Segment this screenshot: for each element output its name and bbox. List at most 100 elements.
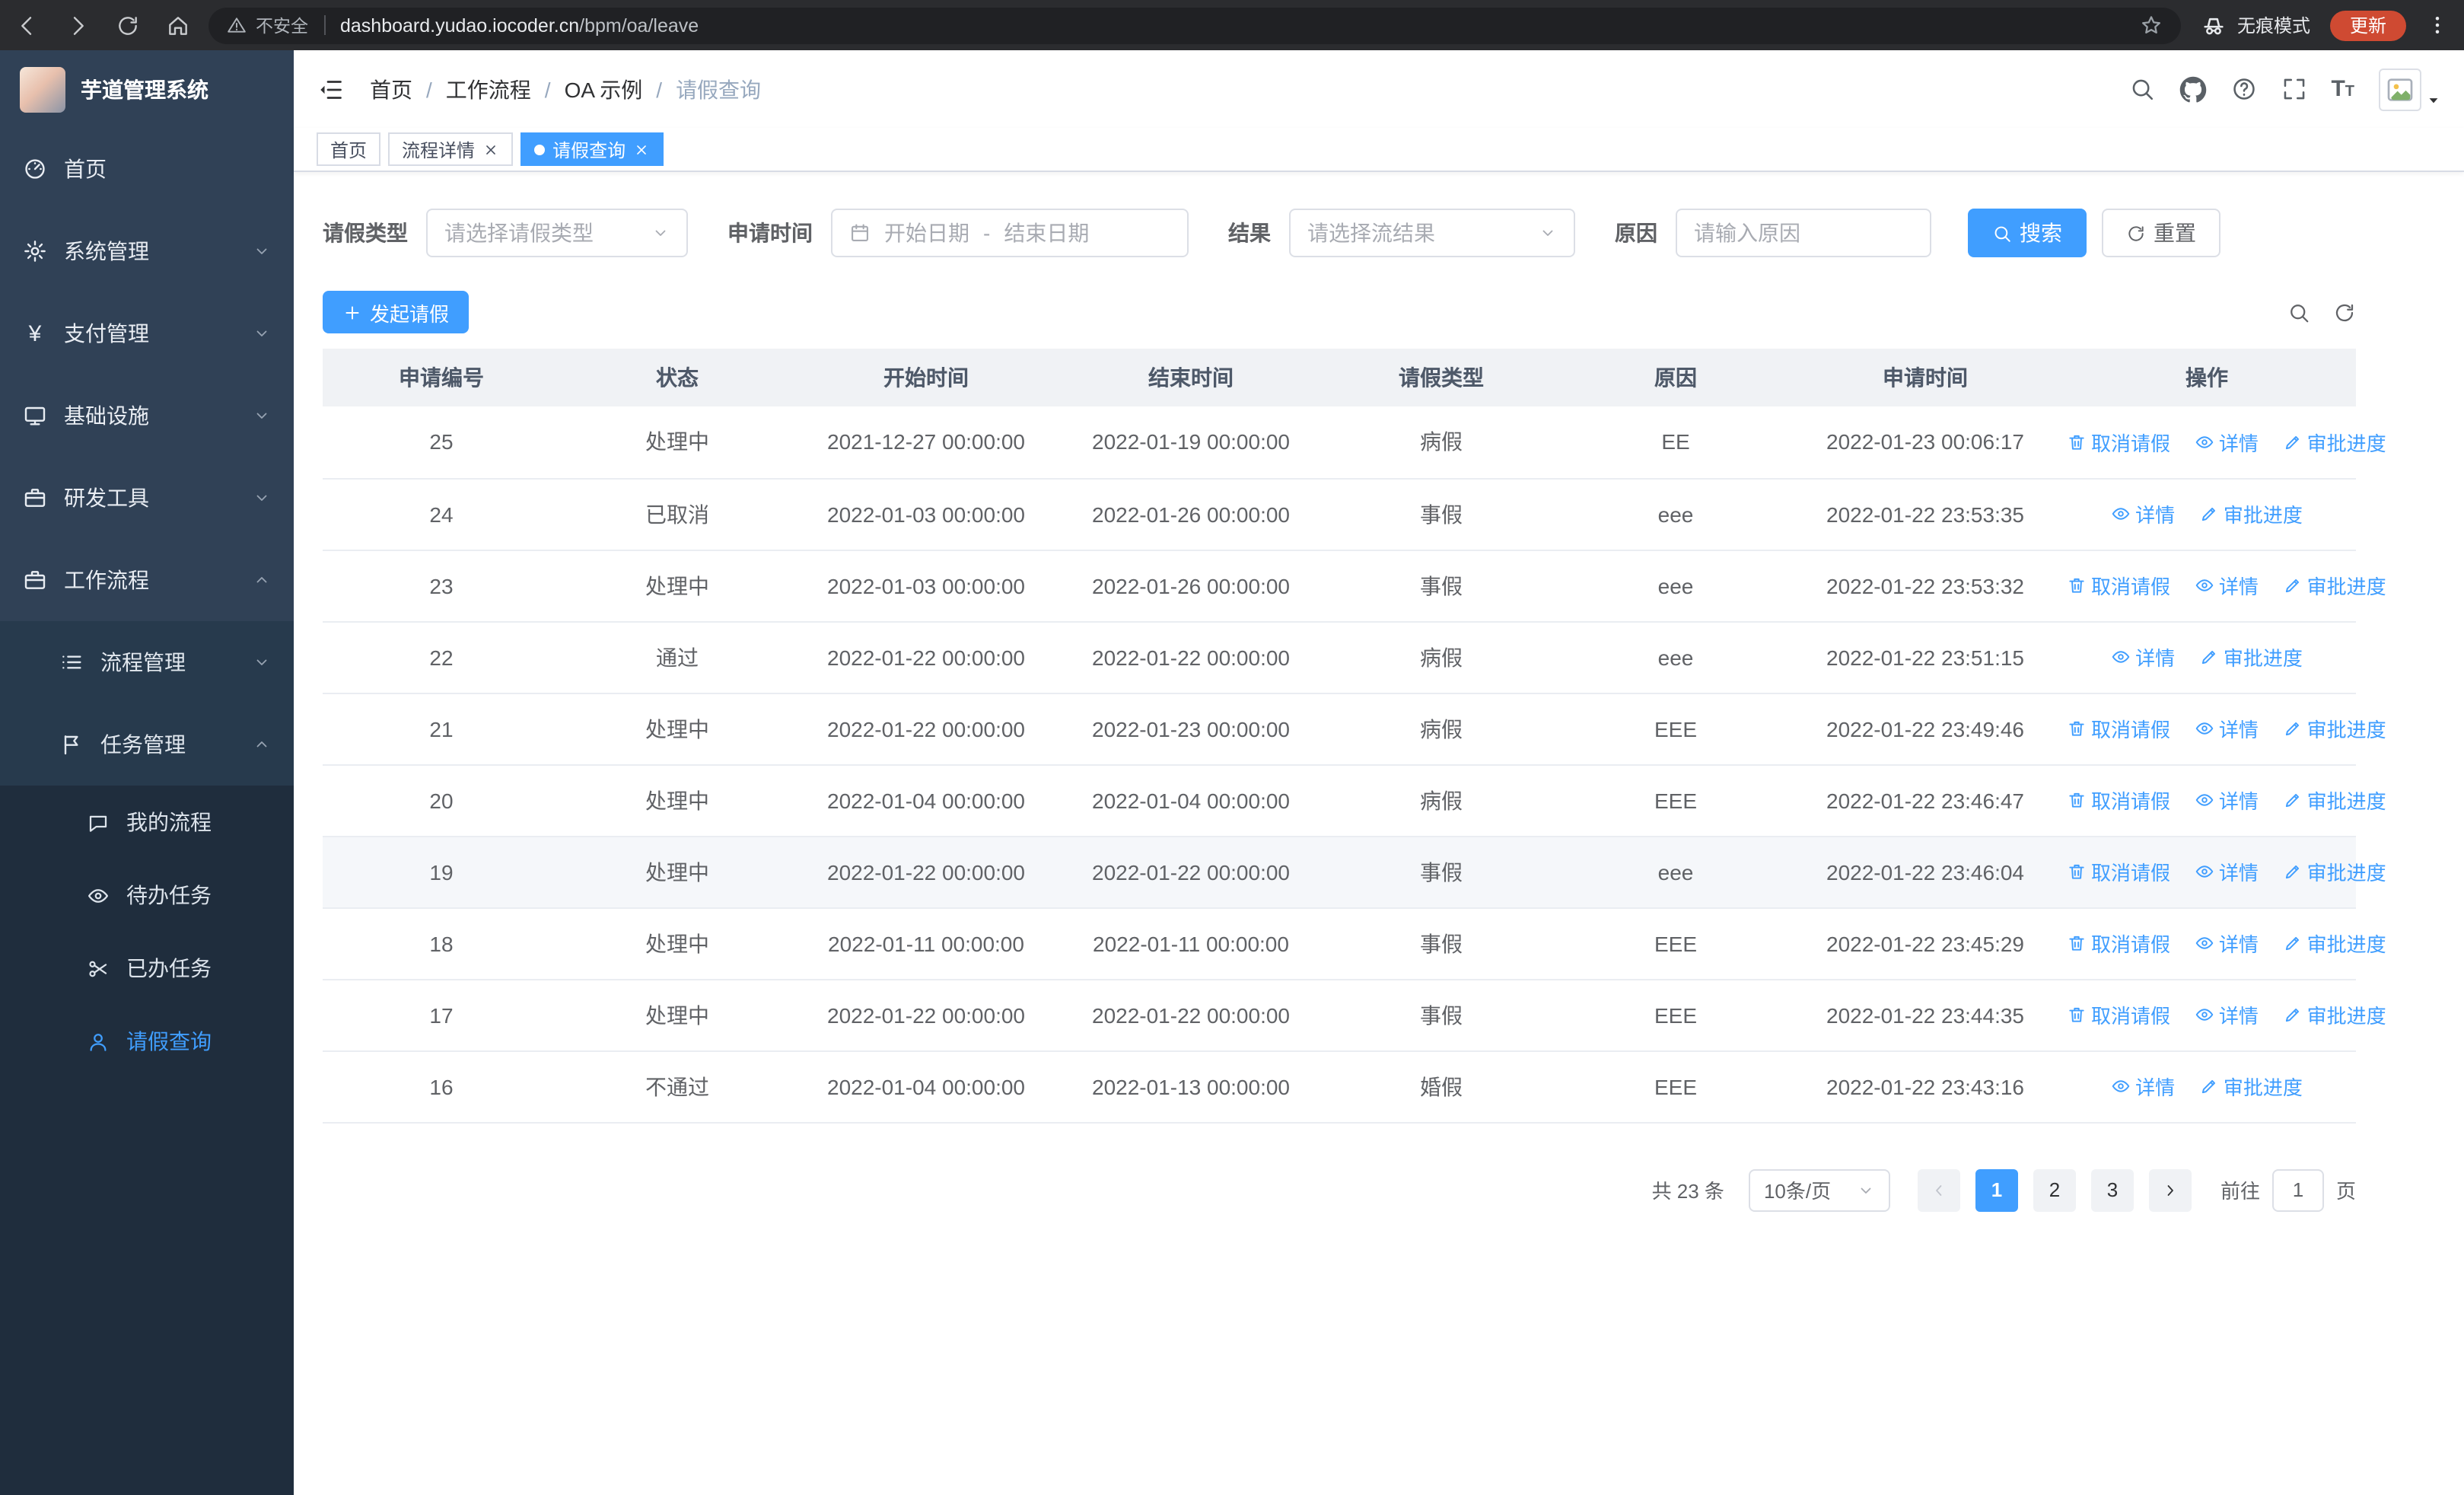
progress-label: 审批进度	[2223, 1076, 2303, 1099]
security-warning[interactable]: 不安全	[227, 13, 308, 37]
page-size-select[interactable]: 10条/页	[1748, 1168, 1890, 1211]
cancel-leave-label: 取消请假	[2091, 862, 2171, 885]
detail-link[interactable]: 详情	[2111, 642, 2175, 671]
progress-link[interactable]: 审批进度	[2199, 499, 2303, 528]
close-icon[interactable]	[633, 141, 650, 158]
page-button-1[interactable]: 1	[1975, 1168, 2018, 1211]
sidebar-item-infrastructure[interactable]: 基础设施	[0, 375, 294, 457]
detail-link[interactable]: 详情	[2195, 857, 2259, 886]
detail-link[interactable]: 详情	[2111, 499, 2175, 528]
show-search-icon[interactable]	[2287, 301, 2310, 324]
search-icon[interactable]	[2128, 76, 2154, 102]
github-icon[interactable]	[2179, 75, 2206, 103]
progress-link[interactable]: 审批进度	[2199, 642, 2303, 671]
cell-apply-time: 2022-01-22 23:46:47	[1793, 764, 2058, 837]
progress-link[interactable]: 审批进度	[2283, 428, 2386, 457]
font-size-icon[interactable]: TT	[2331, 78, 2354, 100]
user-avatar-menu[interactable]	[2379, 68, 2441, 110]
cell-start-time: 2022-01-03 00:00:00	[794, 550, 1058, 622]
tab-process-detail[interactable]: 流程详情	[388, 132, 514, 166]
fullscreen-icon[interactable]	[2281, 76, 2306, 102]
sidebar-item-workflow[interactable]: 工作流程	[0, 539, 294, 621]
progress-link[interactable]: 审批进度	[2283, 1000, 2386, 1029]
sidebar-item-process-management[interactable]: 流程管理	[0, 621, 294, 703]
address-bar[interactable]: 不安全 dashboard.yudao.iocoder.cn /bpm/oa/l…	[209, 7, 2181, 43]
page-button-3[interactable]: 3	[2090, 1168, 2134, 1211]
sidebar-item-home[interactable]: 首页	[0, 128, 294, 210]
sidebar-item-system[interactable]: 系统管理	[0, 210, 294, 292]
reload-icon[interactable]	[116, 13, 140, 37]
cell-leave-type: 事假	[1324, 550, 1558, 622]
detail-link[interactable]: 详情	[2195, 571, 2259, 600]
sidebar-item-done-tasks[interactable]: 已办任务	[0, 932, 294, 1005]
progress-link[interactable]: 审批进度	[2283, 714, 2386, 743]
goto-page-input[interactable]	[2271, 1168, 2324, 1211]
help-icon[interactable]	[2230, 76, 2256, 102]
next-page-button[interactable]	[2148, 1168, 2192, 1211]
detail-link[interactable]: 详情	[2195, 929, 2259, 958]
progress-link[interactable]: 审批进度	[2199, 1072, 2303, 1101]
table-row: 21 处理中 2022-01-22 00:00:00 2022-01-23 00…	[323, 693, 2386, 765]
table-row: 22 通过 2022-01-22 00:00:00 2022-01-22 00:…	[323, 621, 2356, 693]
leave-type-select[interactable]: 请选择请假类型	[426, 209, 688, 257]
breadcrumb-home[interactable]: 首页	[370, 74, 446, 104]
progress-link[interactable]: 审批进度	[2283, 929, 2386, 958]
progress-link[interactable]: 审批进度	[2283, 571, 2386, 600]
app-logo[interactable]: 芋道管理系统	[0, 50, 294, 128]
breadcrumb-leave-query: 请假查询	[676, 77, 762, 101]
reason-input-wrap	[1676, 209, 1931, 257]
end-time: 2022-01-11 00:00:00	[1093, 931, 1289, 955]
collapse-sidebar-icon[interactable]	[317, 75, 344, 103]
sidebar-item-leave-query[interactable]: 请假查询	[0, 1005, 294, 1078]
back-icon[interactable]	[15, 13, 40, 37]
apply-time-range-picker[interactable]: 开始日期 - 结束日期	[831, 209, 1189, 257]
detail-link[interactable]: 详情	[2195, 786, 2259, 814]
reason-text: EE	[1661, 429, 1690, 454]
reason-input[interactable]	[1694, 221, 1913, 245]
cancel-leave-link[interactable]: 取消请假	[2067, 857, 2170, 886]
cancel-leave-link[interactable]: 取消请假	[2067, 929, 2170, 958]
sidebar-item-todo-tasks[interactable]: 待办任务	[0, 859, 294, 932]
pen-icon	[2283, 575, 2303, 595]
forward-icon[interactable]	[65, 13, 90, 37]
trash-icon	[2067, 790, 2087, 810]
eye-icon	[2111, 504, 2131, 524]
create-leave-button[interactable]: 发起请假	[323, 291, 470, 333]
cancel-leave-link[interactable]: 取消请假	[2067, 428, 2170, 457]
close-icon[interactable]	[482, 141, 499, 158]
bookmark-star-icon[interactable]	[2140, 14, 2163, 37]
detail-link[interactable]: 详情	[2195, 1000, 2259, 1029]
tab-home[interactable]: 首页	[317, 132, 381, 166]
sidebar-item-task-management[interactable]: 任务管理	[0, 703, 294, 786]
chevron-down-icon	[253, 406, 271, 425]
breadcrumb-oa-example[interactable]: OA 示例	[565, 74, 676, 104]
browser-menu-icon[interactable]	[2426, 14, 2449, 37]
sidebar-item-payment[interactable]: ¥ 支付管理	[0, 292, 294, 375]
tab-leave-query[interactable]: 请假查询	[520, 132, 664, 166]
progress-label: 审批进度	[2306, 862, 2386, 885]
eye-icon	[87, 884, 110, 907]
page-button-2[interactable]: 2	[2033, 1168, 2076, 1211]
breadcrumb-workflow[interactable]: 工作流程	[446, 74, 565, 104]
result-select[interactable]: 请选择流结果	[1289, 209, 1575, 257]
detail-link[interactable]: 详情	[2195, 428, 2259, 457]
browser-update-button[interactable]: 更新	[2329, 10, 2406, 40]
cell-end-time: 2022-01-11 00:00:00	[1058, 907, 1324, 980]
reset-button[interactable]: 重置	[2102, 209, 2220, 257]
progress-link[interactable]: 审批进度	[2283, 786, 2386, 814]
home-icon[interactable]	[166, 13, 190, 37]
refresh-table-icon[interactable]	[2333, 301, 2356, 324]
sidebar-item-my-process[interactable]: 我的流程	[0, 786, 294, 859]
cancel-leave-link[interactable]: 取消请假	[2067, 1000, 2170, 1029]
detail-link[interactable]: 详情	[2195, 714, 2259, 743]
cell-start-time: 2022-01-04 00:00:00	[794, 764, 1058, 837]
leave-type: 婚假	[1420, 1074, 1463, 1098]
cancel-leave-link[interactable]: 取消请假	[2067, 571, 2170, 600]
detail-link[interactable]: 详情	[2111, 1072, 2175, 1101]
cancel-leave-link[interactable]: 取消请假	[2067, 786, 2170, 814]
cancel-leave-link[interactable]: 取消请假	[2067, 714, 2170, 743]
prev-page-button[interactable]	[1917, 1168, 1960, 1211]
search-button[interactable]: 搜索	[1968, 209, 2087, 257]
progress-link[interactable]: 审批进度	[2283, 857, 2386, 886]
sidebar-item-dev-tools[interactable]: 研发工具	[0, 457, 294, 539]
